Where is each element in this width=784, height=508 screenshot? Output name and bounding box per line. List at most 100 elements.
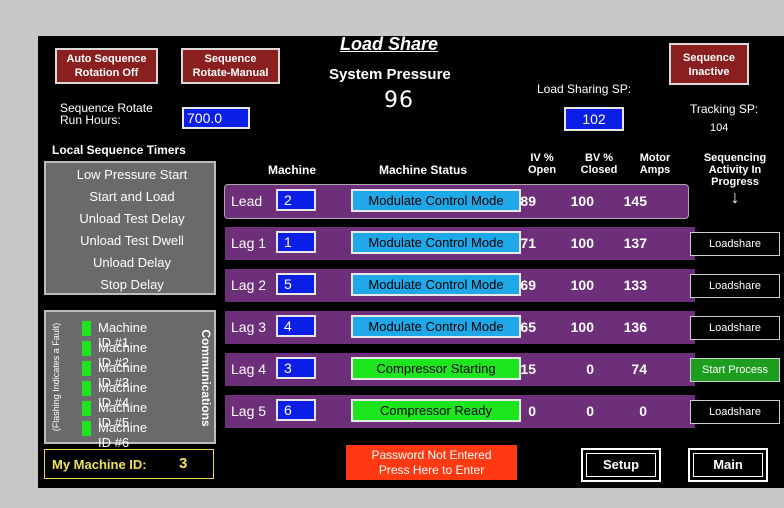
auto-sequence-line1: Auto Sequence <box>66 53 147 65</box>
sequence-inactive-line1: Sequence <box>683 52 735 64</box>
table-row-lag5: Lag 5 6 Compressor Ready 0 0 0 <box>225 395 695 428</box>
hmi-panel: Auto Sequence Rotation Off Sequence Rota… <box>38 36 784 488</box>
activity-lag3: Loadshare <box>690 316 780 340</box>
sequence-rotate-line2: Rotate-Manual <box>192 67 269 79</box>
header-bv-line2: Closed <box>580 164 618 176</box>
row-bv: 0 <box>586 403 594 419</box>
activity-lag4: Start Process <box>690 358 780 382</box>
tracking-sp-label: Tracking SP: <box>690 102 759 116</box>
table-row-lag4: Lag 4 3 Compressor Starting 15 0 74 <box>225 353 695 386</box>
header-activity-line1: Sequencing <box>703 152 767 164</box>
sequence-inactive-button[interactable]: Sequence Inactive <box>669 43 749 85</box>
header-iv-line2: Open <box>527 164 557 176</box>
row-status[interactable]: Modulate Control Mode <box>351 315 521 338</box>
row-position: Lead <box>231 193 263 209</box>
row-machine-id[interactable]: 3 <box>276 357 316 379</box>
row-bv: 100 <box>570 193 594 209</box>
row-status[interactable]: Modulate Control Mode <box>351 273 521 296</box>
row-iv: 89 <box>520 193 536 209</box>
row-iv: 65 <box>520 319 536 335</box>
table-row-lag2: Lag 2 5 Modulate Control Mode 69 100 133 <box>225 269 695 302</box>
header-amps-line2: Amps <box>639 164 671 176</box>
auto-sequence-line2: Rotation Off <box>74 67 139 79</box>
main-button-label: Main <box>693 453 763 477</box>
row-machine-id[interactable]: 1 <box>276 231 316 253</box>
row-position: Lag 1 <box>231 235 267 251</box>
header-machine-status: Machine Status <box>379 163 468 177</box>
row-machine-id[interactable]: 5 <box>276 273 316 295</box>
fault-note: (Flashing Indicates a Fault) <box>51 322 61 432</box>
page-title: Load Share <box>340 36 439 54</box>
row-amps: 133 <box>623 277 647 293</box>
row-iv: 0 <box>528 403 536 419</box>
timer-low-pressure-start[interactable]: Low Pressure Start <box>46 167 218 182</box>
header-bv-line1: BV % <box>584 152 614 164</box>
sequence-rotate-manual-button[interactable]: Sequence Rotate-Manual <box>181 48 280 84</box>
my-machine-id-value: 3 <box>179 455 188 472</box>
row-status[interactable]: Modulate Control Mode <box>351 231 521 254</box>
main-button[interactable]: Main <box>688 448 768 482</box>
row-amps: 0 <box>639 403 647 419</box>
password-line2: Press Here to Enter <box>378 463 485 477</box>
auto-sequence-rotation-button[interactable]: Auto Sequence Rotation Off <box>55 48 158 84</box>
row-amps: 136 <box>623 319 647 335</box>
communications-label: Communications <box>199 329 213 427</box>
sequence-rotate-hours-label-line2: Run Hours: <box>60 113 121 127</box>
comm-indicator-1 <box>82 321 91 336</box>
password-line1: Password Not Entered <box>371 448 492 462</box>
row-bv: 100 <box>570 235 594 251</box>
timer-unload-delay[interactable]: Unload Delay <box>46 255 218 270</box>
my-machine-id-box: My Machine ID: 3 <box>44 449 214 479</box>
row-machine-id[interactable]: 6 <box>276 399 316 421</box>
row-iv: 15 <box>520 361 536 377</box>
comm-indicator-3 <box>82 361 91 376</box>
table-row-lead: Lead 2 Modulate Control Mode 89 100 145 <box>225 185 688 218</box>
sequence-rotate-hours-label: Sequence Rotate Run Hours: <box>60 102 153 126</box>
row-amps: 145 <box>623 193 647 209</box>
timer-unload-test-dwell[interactable]: Unload Test Dwell <box>46 233 218 248</box>
row-amps: 74 <box>631 361 647 377</box>
comm-indicator-4 <box>82 381 91 396</box>
system-pressure-value: 96 <box>384 88 414 113</box>
row-status[interactable]: Compressor Ready <box>351 399 521 422</box>
activity-lag5: Loadshare <box>690 400 780 424</box>
header-activity-line2: Activity In <box>708 164 762 176</box>
row-status[interactable]: Compressor Starting <box>351 357 521 380</box>
sequence-inactive-line2: Inactive <box>688 66 730 78</box>
password-button[interactable]: Password Not Entered Press Here to Enter <box>346 445 517 480</box>
sequence-rotate-hours-input[interactable]: 700.0 <box>182 107 250 129</box>
load-sharing-sp-input[interactable]: 102 <box>564 107 624 131</box>
timer-unload-test-delay[interactable]: Unload Test Delay <box>46 211 218 226</box>
comm-indicator-6 <box>82 421 91 436</box>
setup-button-label: Setup <box>586 453 656 477</box>
header-activity: Sequencing Activity In Progress ↓ <box>690 152 780 206</box>
comm-indicator-5 <box>82 401 91 416</box>
row-bv: 100 <box>570 277 594 293</box>
row-iv: 71 <box>520 235 536 251</box>
setup-button[interactable]: Setup <box>581 448 661 482</box>
table-row-lag3: Lag 3 4 Modulate Control Mode 65 100 136 <box>225 311 695 344</box>
header-amps-line1: Motor <box>639 152 671 164</box>
tracking-sp-value: 104 <box>710 122 729 134</box>
row-position: Lag 4 <box>231 361 267 377</box>
timer-start-and-load[interactable]: Start and Load <box>46 189 218 204</box>
row-bv: 100 <box>570 319 594 335</box>
my-machine-id-label: My Machine ID: <box>52 457 147 472</box>
comm-indicator-2 <box>82 341 91 356</box>
row-iv: 69 <box>520 277 536 293</box>
down-arrow-icon: ↓ <box>730 187 740 207</box>
system-pressure-label: System Pressure <box>329 66 451 83</box>
timers-title: Local Sequence Timers <box>52 143 186 157</box>
load-sharing-sp-label: Load Sharing SP: <box>537 82 632 96</box>
row-position: Lag 2 <box>231 277 267 293</box>
row-machine-id[interactable]: 2 <box>276 189 316 211</box>
sequence-rotate-line1: Sequence <box>204 53 257 65</box>
header-iv: IV % Open <box>523 152 561 176</box>
table-row-lag1: Lag 1 1 Modulate Control Mode 71 100 137 <box>225 227 695 260</box>
row-amps: 137 <box>623 235 647 251</box>
header-bv: BV % Closed <box>576 152 622 176</box>
timer-stop-delay[interactable]: Stop Delay <box>46 277 218 292</box>
row-status[interactable]: Modulate Control Mode <box>351 189 521 212</box>
row-position: Lag 3 <box>231 319 267 335</box>
row-machine-id[interactable]: 4 <box>276 315 316 337</box>
